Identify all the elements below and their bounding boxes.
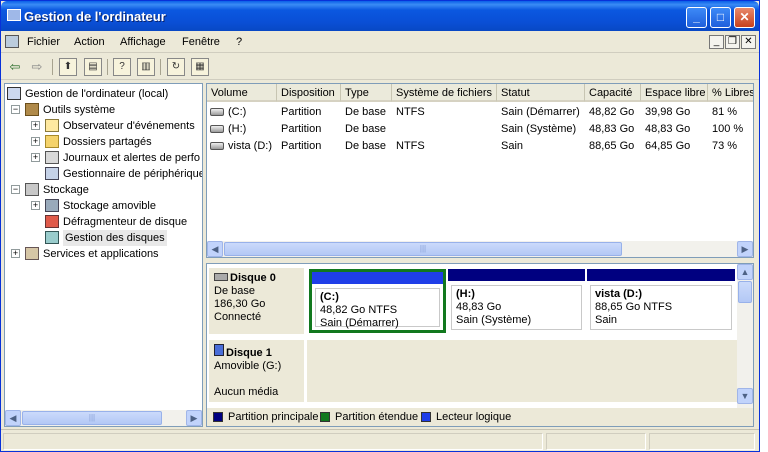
drive-icon <box>210 108 224 116</box>
drive-icon <box>210 125 224 133</box>
help-icon[interactable]: ▥ <box>137 58 155 76</box>
scroll-right-icon[interactable]: ▶ <box>186 410 202 426</box>
scroll-up-icon[interactable]: ▲ <box>737 264 753 280</box>
column-header-status[interactable]: Statut <box>497 84 585 102</box>
services-icon <box>25 247 39 260</box>
removable-disk-icon <box>214 344 224 356</box>
expand-icon[interactable]: + <box>11 249 20 258</box>
close-button[interactable]: ✕ <box>734 7 755 28</box>
legend-swatch-logical <box>421 412 431 422</box>
expand-icon[interactable]: + <box>31 121 40 130</box>
expand-icon[interactable]: + <box>31 153 40 162</box>
disk0-info[interactable]: Disque 0 De base 186,30 Go Connecté <box>209 268 304 334</box>
partition-d[interactable]: vista (D:) 88,65 Go NTFS Sain <box>587 269 735 333</box>
mdi-minimize-button[interactable]: _ <box>709 35 724 49</box>
tree-horizontal-scrollbar[interactable]: ◀ ||| ▶ <box>5 410 202 426</box>
menu-help[interactable]: ? <box>236 36 242 48</box>
partition-h[interactable]: (H:) 48,83 Go Sain (Système) <box>448 269 585 333</box>
volume-list: Volume Disposition Type Système de fichi… <box>206 83 754 258</box>
collapse-icon[interactable]: − <box>11 105 20 114</box>
legend-swatch-extended <box>320 412 330 422</box>
computer-management-window: Gestion de l'ordinateur _ □ ✕ Fichier Ac… <box>0 0 760 452</box>
perf-logs-icon <box>45 151 59 164</box>
disk1-empty-area <box>307 340 737 402</box>
shared-folder-icon <box>45 135 59 148</box>
computer-management-icon <box>7 9 21 21</box>
menu-fenetre[interactable]: Fenêtre <box>182 36 220 48</box>
status-bar <box>1 429 759 451</box>
expand-icon[interactable]: + <box>31 137 40 146</box>
up-folder-icon[interactable]: ⬆ <box>59 58 77 76</box>
disk-vertical-scrollbar[interactable]: ▲ ▼ <box>737 264 753 410</box>
column-header-capacity[interactable]: Capacité <box>585 84 641 102</box>
disk-graphical-view: Disque 0 De base 186,30 Go Connecté (C:)… <box>206 263 754 427</box>
disk-management-icon <box>45 231 59 244</box>
system-menu-icon[interactable] <box>5 35 19 48</box>
computer-icon <box>7 87 21 100</box>
defragmenter-icon <box>45 215 59 228</box>
hard-disk-icon <box>214 273 228 281</box>
tools-icon <box>25 103 39 116</box>
export-list-icon[interactable]: ▦ <box>191 58 209 76</box>
scroll-thumb[interactable]: ||| <box>22 411 162 425</box>
menu-fichier[interactable]: Fichier <box>27 36 60 48</box>
console-tree: Gestion de l'ordinateur (local) − Outils… <box>4 83 203 427</box>
mdi-close-button[interactable]: ✕ <box>741 35 756 49</box>
mdi-controls: _ ❐ ✕ <box>708 35 756 49</box>
scroll-left-icon[interactable]: ◀ <box>5 410 21 426</box>
removable-storage-icon <box>45 199 59 212</box>
storage-icon <box>25 183 39 196</box>
disk1-info[interactable]: Disque 1 Amovible (G:) Aucun média <box>209 340 304 402</box>
partition-c[interactable]: (C:) 48,82 Go NTFS Sain (Démarrer) <box>309 269 446 333</box>
collapse-icon[interactable]: − <box>11 185 20 194</box>
forward-arrow-icon[interactable]: ⇨ <box>28 58 46 76</box>
scroll-right-icon[interactable]: ▶ <box>737 241 753 257</box>
column-header-type[interactable]: Type <box>341 84 392 102</box>
refresh-icon[interactable]: ↻ <box>167 58 185 76</box>
scroll-thumb[interactable]: ||| <box>224 242 622 256</box>
maximize-button[interactable]: □ <box>710 7 731 28</box>
device-manager-icon <box>45 167 59 180</box>
volume-list-horizontal-scrollbar[interactable]: ◀ ||| ▶ <box>207 241 753 257</box>
menu-affichage[interactable]: Affichage <box>120 36 166 48</box>
partition-legend: Partition principale Partition étendue L… <box>207 408 753 426</box>
title-bar[interactable]: Gestion de l'ordinateur _ □ ✕ <box>1 1 759 31</box>
status-segment <box>649 433 755 450</box>
properties-icon[interactable]: ? <box>113 58 131 76</box>
toolbar: ⇦ ⇨ ⬆ ▤ ? ▥ ↻ ▦ <box>1 54 759 80</box>
column-header-disposition[interactable]: Disposition <box>277 84 341 102</box>
menu-action[interactable]: Action <box>74 36 105 48</box>
scroll-thumb[interactable] <box>738 281 752 303</box>
status-segment <box>3 433 543 450</box>
back-arrow-icon[interactable]: ⇦ <box>6 58 24 76</box>
status-segment <box>546 433 646 450</box>
menu-bar: Fichier Action Affichage Fenêtre ? _ ❐ ✕ <box>1 32 759 53</box>
minimize-button[interactable]: _ <box>686 7 707 28</box>
mdi-restore-button[interactable]: ❐ <box>725 35 740 49</box>
scroll-left-icon[interactable]: ◀ <box>207 241 223 257</box>
window-title: Gestion de l'ordinateur <box>24 9 166 24</box>
column-header-filesystem[interactable]: Système de fichiers <box>392 84 497 102</box>
column-header-percent-free[interactable]: % Libres <box>708 84 753 102</box>
expand-icon[interactable]: + <box>31 201 40 210</box>
column-header-volume[interactable]: Volume <box>207 84 277 102</box>
drive-icon <box>210 142 224 150</box>
show-hide-tree-icon[interactable]: ▤ <box>84 58 102 76</box>
scroll-down-icon[interactable]: ▼ <box>737 388 753 404</box>
legend-swatch-primary <box>213 412 223 422</box>
event-viewer-icon <box>45 119 59 132</box>
column-header-free-space[interactable]: Espace libre <box>641 84 708 102</box>
